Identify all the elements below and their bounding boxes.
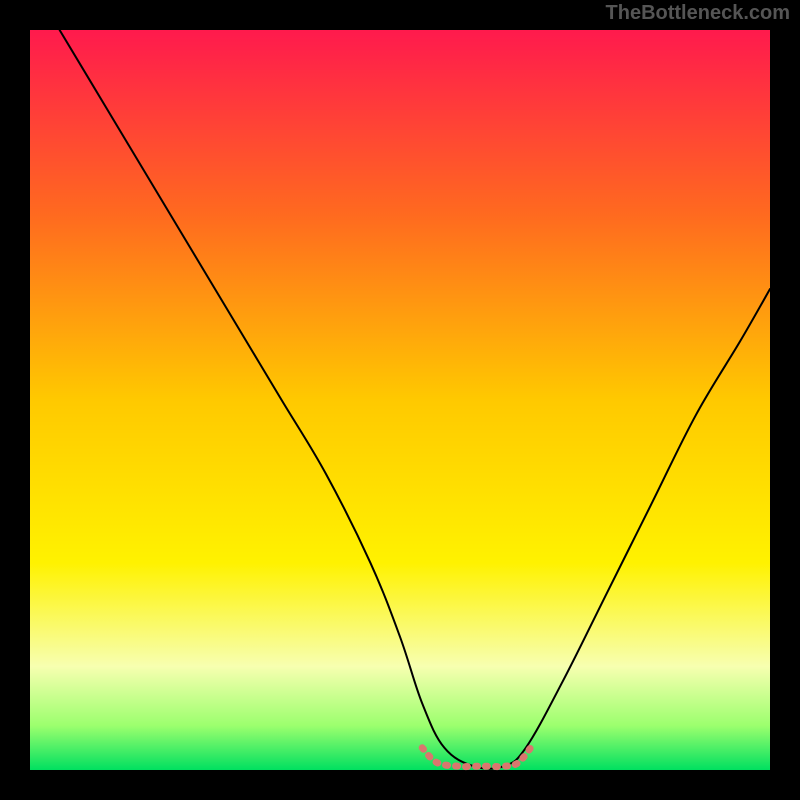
chart-background <box>30 30 770 770</box>
chart-container: TheBottleneck.com <box>0 0 800 800</box>
bottleneck-chart <box>0 0 800 800</box>
watermark-label: TheBottleneck.com <box>606 2 790 25</box>
